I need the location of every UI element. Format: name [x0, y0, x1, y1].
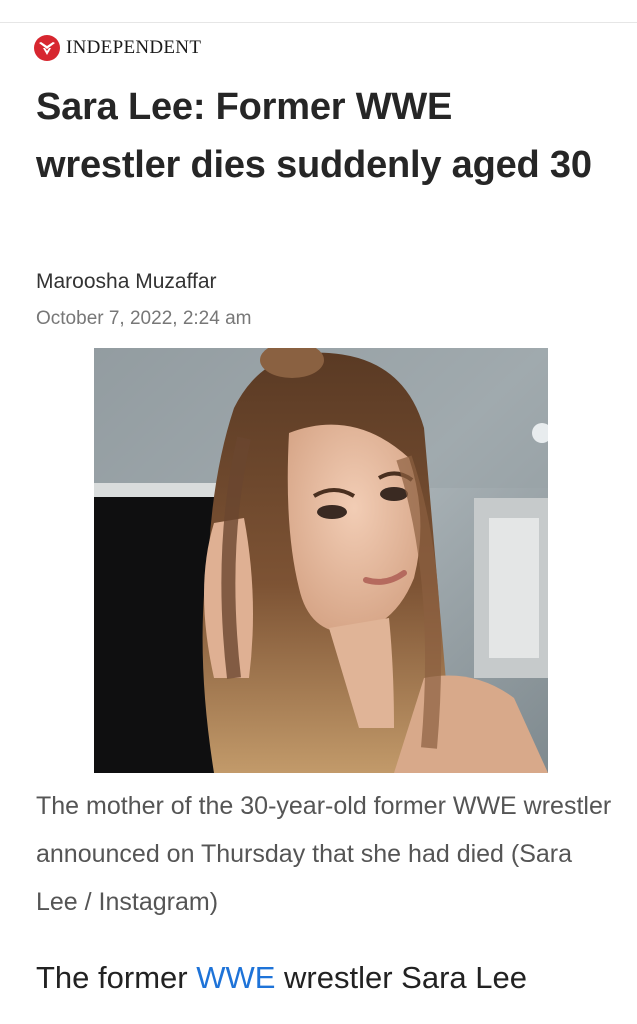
eagle-logo-icon [34, 35, 60, 61]
top-divider [0, 22, 637, 23]
body-text-after-link: wrestler Sara Lee [275, 960, 527, 995]
publish-date: October 7, 2022, 2:24 am [36, 308, 252, 329]
article-photo[interactable] [94, 348, 548, 773]
article-body-first-line: The former WWE wrestler Sara Lee [36, 950, 636, 1006]
article-page: INDEPENDENT Sara Lee: Former WWE wrestle… [0, 0, 637, 1024]
publication-name: INDEPENDENT [66, 37, 202, 58]
body-text-before-link: The former [36, 960, 197, 995]
image-caption: The mother of the 30-year-old former WWE… [36, 792, 612, 916]
wwe-link[interactable]: WWE [196, 960, 275, 995]
author-name[interactable]: Maroosha Muzaffar [36, 270, 217, 294]
masthead[interactable]: INDEPENDENT [34, 33, 201, 63]
article-headline: Sara Lee: Former WWE wrestler dies sudde… [36, 86, 592, 186]
